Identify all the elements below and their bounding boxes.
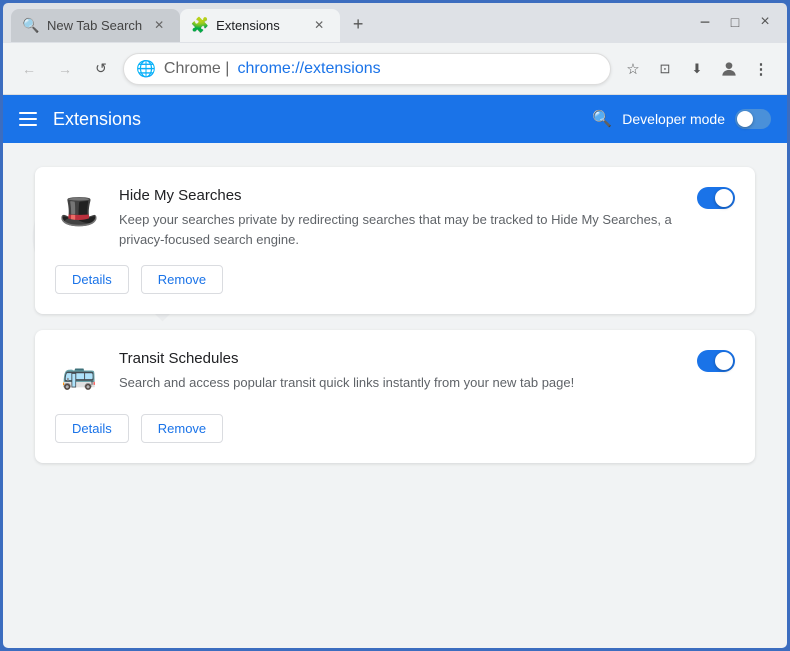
extension-card-transit-schedules: 🚌 Transit Schedules Search and access po… <box>35 330 755 463</box>
extension-card-actions-2: Details Remove <box>55 414 735 443</box>
extension-toggle-transit-schedules[interactable] <box>697 350 735 372</box>
url-scheme-icon: 🌐 <box>136 59 156 79</box>
extension-description-2: Search and access popular transit quick … <box>119 373 681 393</box>
tab-1-close[interactable]: ✕ <box>150 16 168 34</box>
extension-toggle-hide-my-searches[interactable] <box>697 187 735 209</box>
tab-extensions-icon: 🧩 <box>192 17 208 33</box>
maximize-button[interactable]: □ <box>721 8 749 36</box>
back-button[interactable]: ← <box>15 55 43 83</box>
tab-2-close[interactable]: ✕ <box>310 16 328 34</box>
toggle-knob <box>737 111 753 127</box>
bus-icon: 🚌 <box>62 358 97 391</box>
minimize-button[interactable]: − <box>691 8 719 36</box>
address-bar: ← → ↺ 🌐 Chrome | chrome://extensions ☆ ⊡… <box>3 43 787 95</box>
url-bar[interactable]: 🌐 Chrome | chrome://extensions <box>123 53 611 85</box>
tab-extensions[interactable]: 🧩 Extensions ✕ <box>180 9 340 42</box>
forward-button[interactable]: → <box>51 55 79 83</box>
extension-name-2: Transit Schedules <box>119 350 681 367</box>
extension-card-actions: Details Remove <box>55 265 735 294</box>
details-button-transit-schedules[interactable]: Details <box>55 414 129 443</box>
refresh-button[interactable]: ↺ <box>87 55 115 83</box>
developer-mode-area: 🔍 Developer mode <box>592 109 771 129</box>
extension-description: Keep your searches private by redirectin… <box>119 210 681 249</box>
extension-icon-wrap: 🎩 <box>55 187 103 235</box>
url-path: chrome://extensions <box>237 60 380 78</box>
new-tab-button[interactable]: + <box>344 11 372 39</box>
extension-toggle-knob-2 <box>715 352 733 370</box>
extensions-title: Extensions <box>53 109 576 130</box>
bookmark-button[interactable]: ☆ <box>619 55 647 83</box>
extensions-search-icon[interactable]: 🔍 <box>592 109 612 129</box>
remove-button-transit-schedules[interactable]: Remove <box>141 414 223 443</box>
hat-icon: 🎩 <box>59 192 99 230</box>
extension-info: Hide My Searches Keep your searches priv… <box>119 187 681 249</box>
browser-menu-button[interactable]: ⋮ <box>747 55 775 83</box>
url-domain: Chrome | <box>164 60 230 78</box>
menu-hamburger[interactable] <box>19 112 37 126</box>
address-actions: ☆ ⊡ ⬇ ⋮ <box>619 55 775 83</box>
browser-window: 🔍 New Tab Search ✕ 🧩 Extensions ✕ + − □ … <box>0 0 790 651</box>
profile-button[interactable] <box>715 55 743 83</box>
developer-mode-toggle[interactable] <box>735 109 771 129</box>
extension-card-top: 🎩 Hide My Searches Keep your searches pr… <box>55 187 735 249</box>
tab-1-label: New Tab Search <box>47 18 142 33</box>
extension-name: Hide My Searches <box>119 187 681 204</box>
developer-mode-label: Developer mode <box>622 111 725 127</box>
capture-button[interactable]: ⊡ <box>651 55 679 83</box>
extension-info-2: Transit Schedules Search and access popu… <box>119 350 681 393</box>
extension-toggle-knob <box>715 189 733 207</box>
extensions-header: Extensions 🔍 Developer mode <box>3 95 787 143</box>
close-button[interactable]: × <box>751 8 779 36</box>
tab-2-label: Extensions <box>216 18 302 33</box>
content-area: fiish.com 🎩 Hide My Searches Keep your s… <box>3 143 787 648</box>
remove-button-hide-my-searches[interactable]: Remove <box>141 265 223 294</box>
tab-new-tab-search[interactable]: 🔍 New Tab Search ✕ <box>11 9 180 42</box>
extension-card-top-2: 🚌 Transit Schedules Search and access po… <box>55 350 735 398</box>
details-button-hide-my-searches[interactable]: Details <box>55 265 129 294</box>
extension-card-hide-my-searches: 🎩 Hide My Searches Keep your searches pr… <box>35 167 755 314</box>
tab-search-icon: 🔍 <box>23 17 39 33</box>
download-button[interactable]: ⬇ <box>683 55 711 83</box>
extension-icon-wrap-2: 🚌 <box>55 350 103 398</box>
